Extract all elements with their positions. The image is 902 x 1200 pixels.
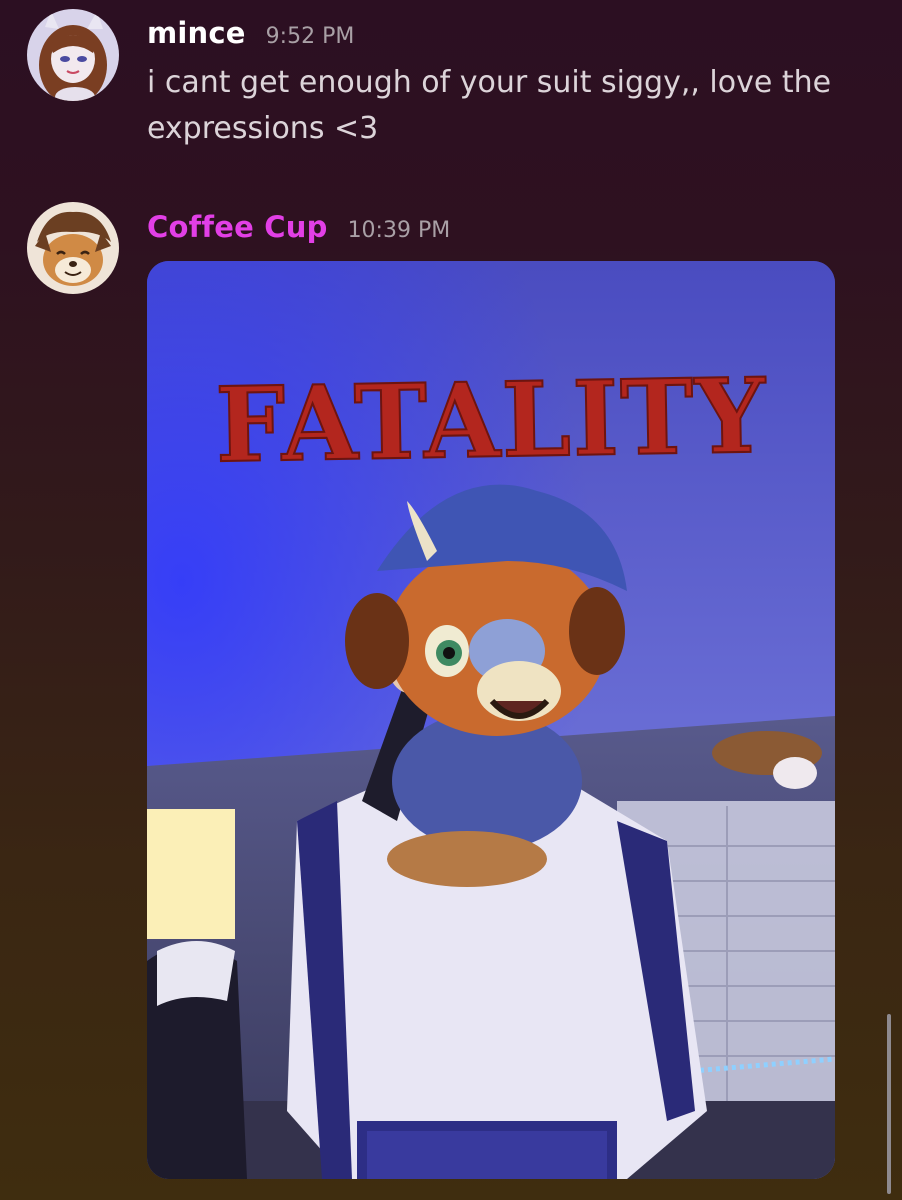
message-text: i cant get enough of your suit siggy,, l… <box>147 65 832 146</box>
author-name[interactable]: Coffee Cup <box>147 210 328 244</box>
avatar-coffee-cup-image <box>27 202 119 294</box>
message-mince: mince 9:52 PM i cant get enough of your … <box>0 0 902 180</box>
attachment-photo: FATALITY <box>147 261 835 1179</box>
avatar-mince[interactable] <box>27 9 119 101</box>
image-attachment[interactable]: FATALITY <box>147 261 835 1179</box>
timestamp: 9:52 PM <box>265 24 355 49</box>
avatar-coffee-cup[interactable] <box>27 202 119 294</box>
timestamp: 10:39 PM <box>347 218 451 243</box>
author-name[interactable]: mince <box>147 16 246 50</box>
fatality-overlay-text: FATALITY <box>215 355 769 485</box>
avatar-mince-image <box>27 9 119 101</box>
scrollbar[interactable] <box>887 1014 891 1194</box>
